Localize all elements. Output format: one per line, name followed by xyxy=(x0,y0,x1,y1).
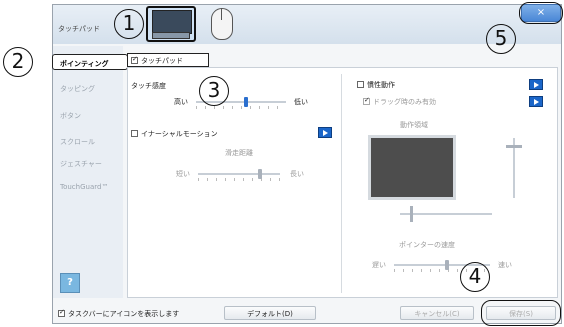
sensitivity-high-label: 高い xyxy=(174,98,188,106)
distance-slider-track[interactable] xyxy=(198,173,280,175)
drag-video-icon[interactable] xyxy=(529,96,543,107)
callout-4: 4 xyxy=(460,262,490,292)
area-vertical-thumb[interactable] xyxy=(506,145,522,148)
default-button[interactable]: デフォルト(D) xyxy=(224,306,316,320)
touchpad-icon xyxy=(152,10,192,34)
distance-short-label: 短い xyxy=(176,170,190,178)
callout-5: 5 xyxy=(486,24,516,54)
inertial-checkbox-box[interactable] xyxy=(131,129,138,137)
content-panel xyxy=(127,67,558,298)
cancel-button[interactable]: キャンセル(C) xyxy=(400,306,474,320)
tab-touchpad-checkbox[interactable] xyxy=(131,55,138,64)
operation-area-preview xyxy=(368,135,456,200)
distance-long-label: 長い xyxy=(290,170,304,178)
inertia-checkbox-box[interactable] xyxy=(357,80,364,88)
drag-only-checkbox[interactable] xyxy=(363,96,370,105)
distance-label: 滑走距離 xyxy=(225,149,253,157)
inertia-checkbox[interactable] xyxy=(357,80,364,88)
taskbar-label: タスクバーにアイコンを表示します xyxy=(68,310,180,318)
area-horizontal-thumb[interactable] xyxy=(410,206,413,222)
pointer-speed-thumb[interactable] xyxy=(444,260,449,270)
panel-divider xyxy=(341,74,342,293)
callout-3: 3 xyxy=(199,76,229,106)
tab-touchpad-label: タッチパッド xyxy=(141,57,183,65)
window-title: タッチパッド xyxy=(58,25,100,33)
speed-fast-label: 速い xyxy=(498,261,512,269)
sidebar-item-tapping[interactable]: タッピング xyxy=(60,84,95,94)
drag-only-checkbox-box[interactable] xyxy=(363,96,370,105)
taskbar-checkbox[interactable] xyxy=(58,308,65,317)
callout-2: 2 xyxy=(3,47,33,77)
inertial-video-icon[interactable] xyxy=(318,127,332,138)
sidebar-item-buttons[interactable]: ボタン xyxy=(60,111,81,121)
taskbar-checkbox-box[interactable] xyxy=(58,308,65,317)
touchpad-buttons-icon xyxy=(152,32,190,39)
distance-slider-thumb[interactable] xyxy=(257,169,262,179)
inertia-label: 慣性動作 xyxy=(367,81,395,89)
operation-area-label: 動作領域 xyxy=(400,121,428,129)
area-horizontal-track[interactable] xyxy=(400,213,492,215)
speed-slow-label: 遅い xyxy=(372,261,386,269)
inertial-motion-label: イナーシャルモーション xyxy=(141,130,218,138)
drag-only-label: ドラッグ時のみ有効 xyxy=(373,98,436,106)
mouse-device-icon[interactable] xyxy=(211,8,233,40)
sidebar-item-touchguard[interactable]: TouchGuard™ xyxy=(60,183,108,191)
sensitivity-low-label: 低い xyxy=(294,98,308,106)
close-highlight xyxy=(519,2,563,24)
save-highlight xyxy=(481,300,561,326)
sidebar-item-scroll[interactable]: スクロール xyxy=(60,137,95,147)
sensitivity-slider-thumb[interactable] xyxy=(243,97,248,107)
mouse-wheel-line xyxy=(221,8,222,20)
inertia-video-icon[interactable] xyxy=(529,79,543,90)
help-icon[interactable]: ? xyxy=(60,273,80,293)
sidebar-item-gesture[interactable]: ジェスチャー xyxy=(60,159,102,169)
distance-ticks xyxy=(198,178,280,181)
sensitivity-ticks xyxy=(196,106,286,109)
pointer-speed-label: ポインターの速度 xyxy=(399,241,455,249)
sensitivity-label: タッチ感度 xyxy=(131,82,166,90)
tab-checkbox-box[interactable] xyxy=(131,55,138,64)
inertial-motion-checkbox[interactable] xyxy=(131,129,138,137)
sidebar-item-pointing[interactable]: ポインティング xyxy=(60,59,109,69)
callout-1: 1 xyxy=(114,9,144,39)
